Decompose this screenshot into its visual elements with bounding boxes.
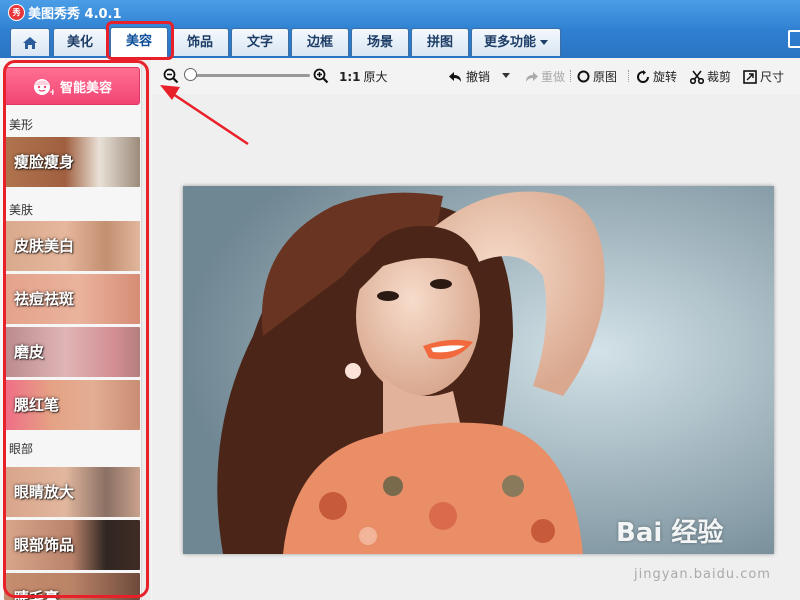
toolbar-separator xyxy=(628,70,630,82)
feature-blush-pen[interactable]: 腮红笔 xyxy=(4,380,140,430)
tab-more-label: 更多功能 xyxy=(483,34,536,50)
feature-label: 祛痘祛斑 xyxy=(14,290,75,308)
size-label: 尺寸 xyxy=(760,70,785,84)
chevron-down-icon xyxy=(540,39,548,45)
original-size-button[interactable]: 1:1 原大 xyxy=(339,68,388,85)
tab-beauty[interactable]: 美容 xyxy=(110,27,168,58)
tab-text[interactable]: 文字 xyxy=(231,28,289,56)
annotation-arrow-icon xyxy=(160,85,249,146)
undo-icon xyxy=(449,71,461,82)
feature-label: 眼睛放大 xyxy=(14,483,75,501)
undo-dropdown-icon[interactable] xyxy=(502,73,510,79)
smart-beauty-label: 智能美容 xyxy=(59,80,112,96)
redo-icon xyxy=(526,71,538,82)
feature-label: 磨皮 xyxy=(14,343,45,361)
section-label-shape: 美形 xyxy=(9,118,34,132)
edited-photo[interactable] xyxy=(183,186,774,554)
feature-mascara[interactable]: 睫毛膏 xyxy=(4,573,140,600)
feature-label: 睫毛膏 xyxy=(14,589,60,600)
section-label-eyes: 眼部 xyxy=(9,442,34,456)
rotate-icon xyxy=(637,69,649,83)
crop-label: 裁剪 xyxy=(707,70,732,84)
tab-scene[interactable]: 场景 xyxy=(351,28,409,56)
smart-beauty-button[interactable]: + 智能美容 xyxy=(4,67,140,105)
tab-collage[interactable]: 拼图 xyxy=(411,28,469,56)
tab-home[interactable] xyxy=(10,28,50,56)
svg-text:+: + xyxy=(49,88,54,96)
ratio-label: 1:1 xyxy=(339,69,361,84)
app-title: 美图秀秀 4.0.1 xyxy=(28,7,122,22)
scissors-icon xyxy=(690,70,704,84)
feature-slim-face[interactable]: 瘦脸瘦身 xyxy=(4,137,140,187)
feature-label: 眼部饰品 xyxy=(14,536,75,554)
size-button[interactable]: 尺寸 xyxy=(743,68,784,85)
crop-button[interactable]: 裁剪 xyxy=(690,68,731,85)
feature-label: 腮红笔 xyxy=(14,396,60,414)
feature-skin-smoothing[interactable]: 磨皮 xyxy=(4,327,140,377)
tab-beautify[interactable]: 美化 xyxy=(53,28,107,56)
tab-more-functions[interactable]: 更多功能 xyxy=(471,28,561,56)
feature-acne-removal[interactable]: 祛痘祛斑 xyxy=(4,274,140,324)
section-label-skin: 美肤 xyxy=(9,203,34,217)
feature-label: 皮肤美白 xyxy=(14,237,75,255)
home-icon xyxy=(23,36,37,49)
zoom-slider-track[interactable] xyxy=(186,74,310,77)
feature-eye-enlarge[interactable]: 眼睛放大 xyxy=(4,467,140,517)
tab-frame[interactable]: 边框 xyxy=(291,28,349,56)
rotate-label: 旋转 xyxy=(653,70,678,84)
tab-accessories[interactable]: 饰品 xyxy=(171,28,229,56)
feature-eye-accessories[interactable]: 眼部饰品 xyxy=(4,520,140,570)
app-logo: 秀 xyxy=(8,4,25,21)
original-size-label: 原大 xyxy=(363,70,388,84)
undo-label: 撤销 xyxy=(466,70,491,84)
zoom-in-icon[interactable] xyxy=(313,68,329,84)
smart-face-icon: + xyxy=(33,79,54,96)
watermark-logo: Bai 经验 xyxy=(616,518,724,548)
undo-button[interactable]: 撤销 xyxy=(449,68,490,85)
redo-label: 重做 xyxy=(541,70,566,84)
feature-skin-whitening[interactable]: 皮肤美白 xyxy=(4,221,140,271)
original-image-label: 原图 xyxy=(593,70,618,84)
resize-icon xyxy=(743,69,757,84)
rotate-button[interactable]: 旋转 xyxy=(636,68,677,85)
watermark-url: jingyan.baidu.com xyxy=(634,567,771,582)
window-restore-button[interactable] xyxy=(788,30,800,48)
circle-icon xyxy=(577,70,590,83)
original-image-button[interactable]: 原图 xyxy=(577,68,617,85)
redo-button[interactable]: 重做 xyxy=(524,68,565,85)
feature-label: 瘦脸瘦身 xyxy=(14,153,75,171)
toolbar-separator xyxy=(570,70,572,82)
portrait-image xyxy=(183,186,774,554)
